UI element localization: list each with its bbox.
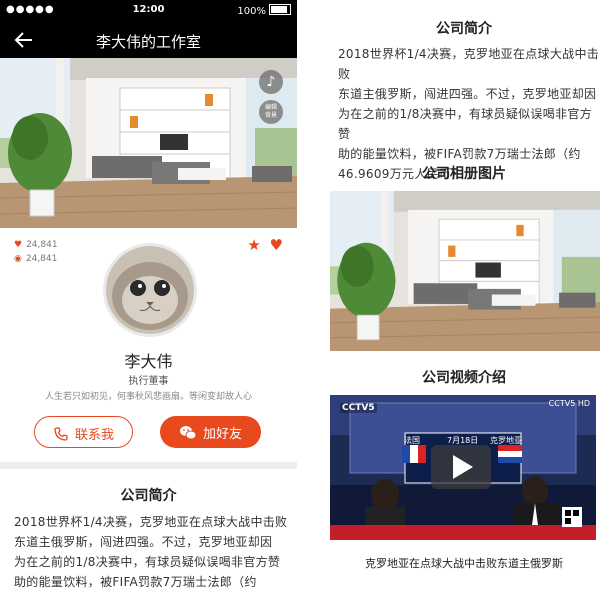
play-icon: [453, 455, 473, 479]
heart-icon: ♥: [14, 240, 23, 250]
phone-screen-right: 公司简介 2018世界杯1/4决赛，克罗地亚在点球大战中击败 东道主俄罗斯，闯进…: [328, 0, 600, 593]
company-intro-text: 2018世界杯1/4决赛，克罗地亚在点球大战中击败 东道主俄罗斯，闯进四强。不过…: [14, 512, 294, 592]
team-right-label: 克罗地亚: [490, 436, 522, 445]
eye-icon: ◉: [14, 254, 22, 264]
like-heart-icon[interactable]: ♥: [270, 236, 283, 254]
phone-screen-left: ●●●●● 12:00 100% 李大伟的工作室 ♪ 编辑 背景 ♥ 24,84…: [0, 0, 297, 593]
music-note-icon: ♪: [266, 74, 276, 90]
intro-line: 2018世界杯1/4决赛，克罗地亚在点球大战中击败: [338, 47, 600, 81]
channel-logo: CCTV5: [340, 403, 377, 413]
video-player[interactable]: CCTV5 CCTV5 HD 法国 克罗地亚 7月18日: [330, 395, 596, 540]
video-watermark: CCTV5 HD: [548, 399, 590, 408]
status-bar: ●●●●● 12:00 100%: [0, 0, 297, 22]
add-friend-label: 加好友: [202, 427, 242, 442]
battery-indicator: 100%: [237, 4, 291, 17]
battery-percent: 100%: [237, 6, 266, 17]
page-title: 李大伟的工作室: [95, 33, 201, 51]
star-icon[interactable]: ★: [247, 236, 260, 254]
team-left-label: 法国: [404, 436, 420, 445]
video-caption: 克罗地亚在点球大战中击败东道主俄罗斯: [365, 557, 563, 570]
profile-role: 执行董事: [128, 376, 169, 387]
stats-block: ♥ 24,841 ◉ 24,841: [14, 238, 58, 266]
company-intro-heading: 公司简介: [436, 21, 492, 37]
edit-background-button[interactable]: 编辑 背景: [259, 100, 283, 124]
cat-avatar-image: [106, 246, 194, 334]
album-photo[interactable]: [330, 191, 600, 351]
likes-count: 24,841: [26, 240, 58, 250]
nav-bar: 李大伟的工作室: [0, 22, 297, 58]
intro-line: 助的能量饮料，被FIFA罚款7万瑞士法郎（约: [338, 147, 581, 161]
intro-line: 助的能量饮料，被FIFA罚款7万瑞士法郎（约: [14, 575, 257, 589]
intro-line: 东道主俄罗斯，闯进四强。不过，克罗地亚却因: [14, 535, 273, 549]
banner-image: [0, 58, 297, 228]
intro-line: 2018世界杯1/4决赛，克罗地亚在点球大战中击败: [14, 515, 288, 529]
intro-line: 为在之前的1/8决赛中，有球员疑似误喝非官方赞: [338, 107, 592, 141]
section-divider: [0, 462, 297, 469]
battery-icon: [269, 4, 291, 15]
profile-motto: 人生若只如初见，何事秋风悲画扇。等闲变却故人心: [44, 392, 252, 402]
music-button[interactable]: ♪: [259, 70, 283, 94]
edit-label: 编辑: [264, 104, 277, 111]
profile-name: 李大伟: [124, 352, 173, 371]
contact-label: 联系我: [74, 428, 114, 443]
contact-me-button[interactable]: 联系我: [34, 416, 133, 448]
intro-line: 为在之前的1/8决赛中，有球员疑似误喝非官方赞: [14, 555, 281, 569]
quick-actions: ★ ♥: [247, 236, 283, 254]
intro-line: 东道主俄罗斯，闯进四强。不过，克罗地亚却因: [338, 87, 597, 101]
background-label: 背景: [264, 112, 277, 119]
play-button[interactable]: [431, 445, 491, 489]
wechat-icon: [179, 426, 197, 440]
company-video-heading: 公司视频介绍: [422, 370, 506, 386]
views-count: 24,841: [25, 254, 58, 264]
company-album-heading: 公司相册图片: [422, 166, 506, 182]
phone-icon: [54, 427, 68, 441]
avatar[interactable]: [103, 243, 197, 337]
add-friend-button[interactable]: 加好友: [160, 416, 261, 448]
company-intro-heading: 公司简介: [120, 488, 177, 504]
